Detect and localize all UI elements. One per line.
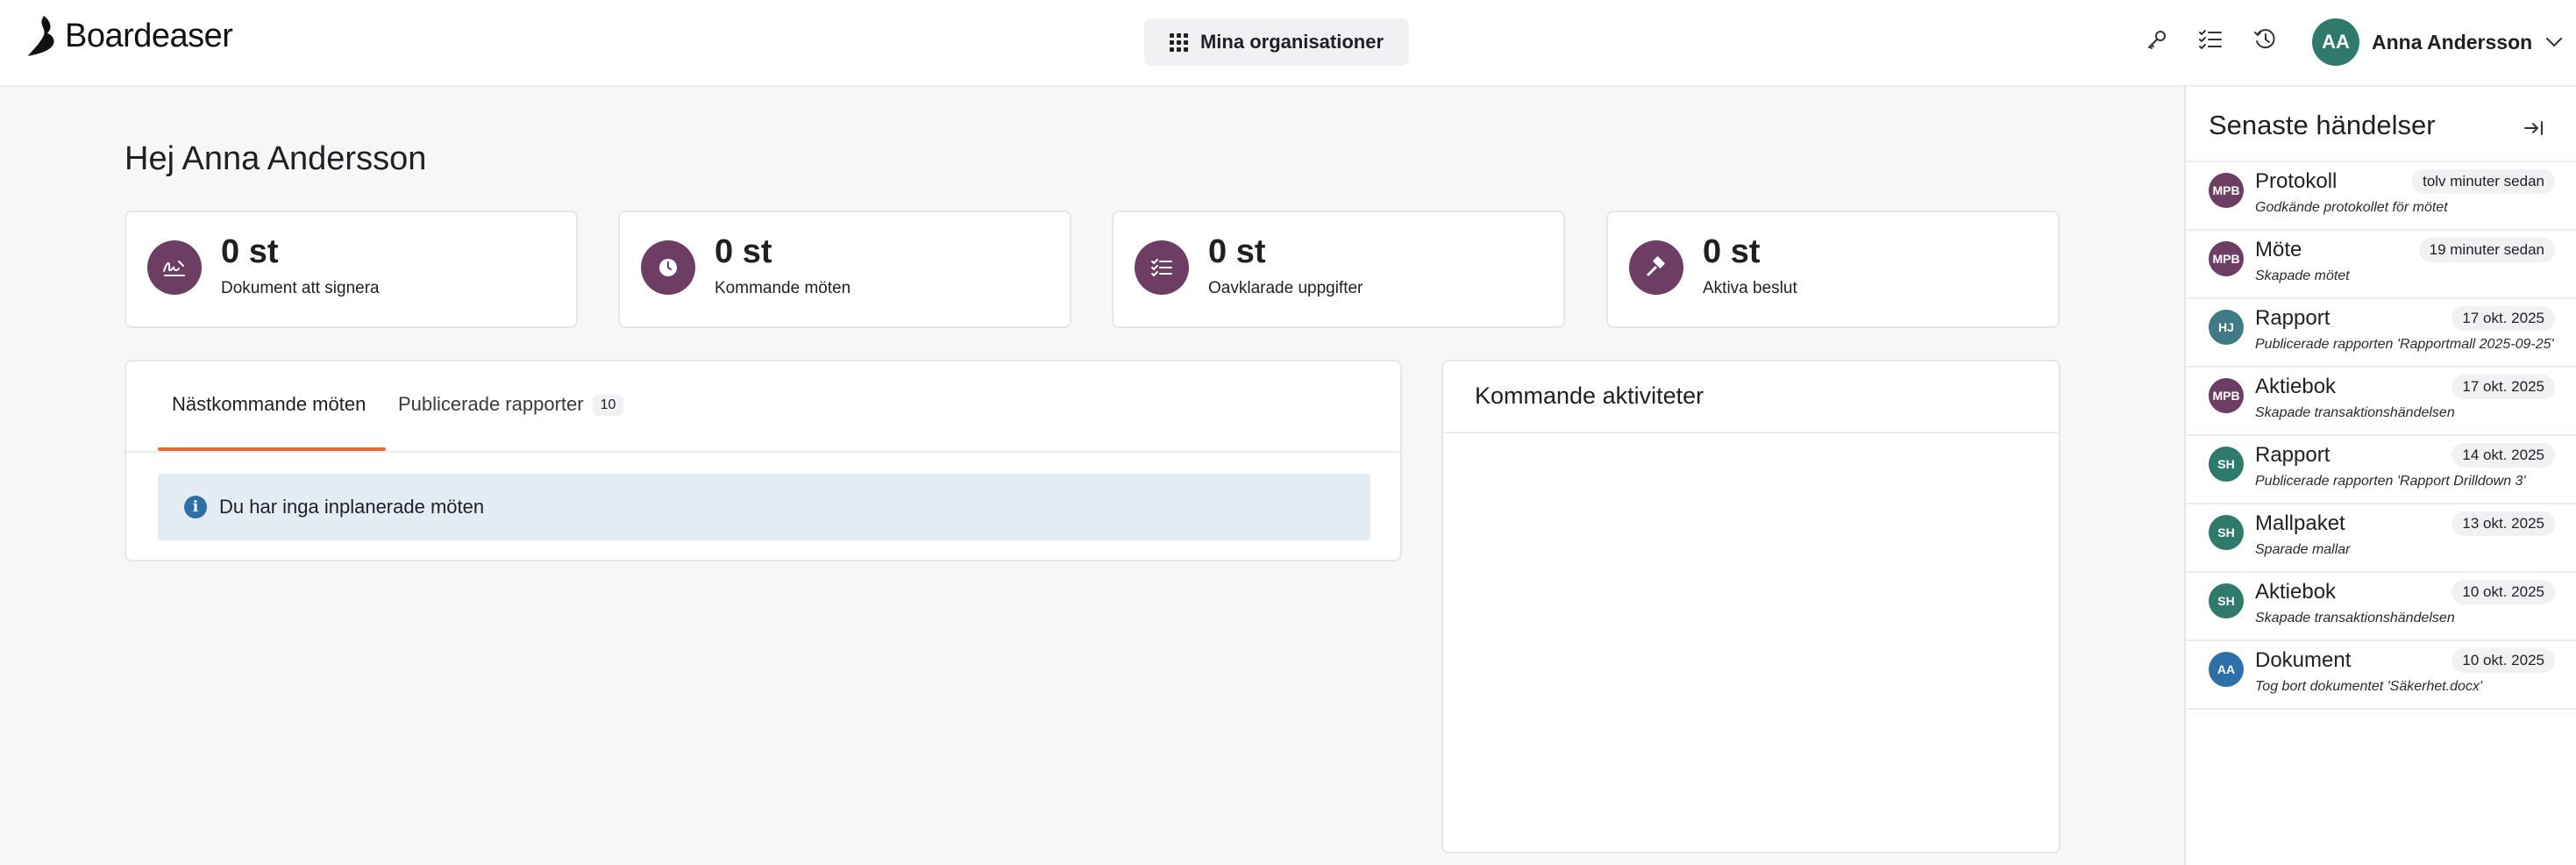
event-header: Mallpaket 13 okt. 2025	[2255, 511, 2555, 536]
event-header: Aktiebok 17 okt. 2025	[2255, 375, 2555, 399]
stat-value: 0 st	[715, 233, 772, 270]
my-organisations-label: Mina organisationer	[1199, 31, 1384, 53]
event-description: Skapade transaktionshändelsen	[2255, 405, 2455, 420]
stat-card-meetings[interactable]: 0 st Kommande möten	[618, 211, 1071, 328]
recent-events-panel: Senaste händelser MPB Protokoll tolv minut…	[2184, 87, 2576, 865]
event-header: Rapport 14 okt. 2025	[2255, 443, 2555, 468]
avatar: MPB	[2209, 241, 2244, 276]
stat-value: 0 st	[1208, 233, 1266, 270]
user-name: Anna Andersson	[2372, 30, 2533, 54]
event-time-badge: 10 okt. 2025	[2451, 648, 2555, 673]
card-title: Kommande aktiviteter	[1475, 382, 1704, 409]
event-item[interactable]: AA Dokument 10 okt. 2025 Tog bort dokumente…	[2186, 641, 2576, 710]
checklist-icon	[1135, 240, 1189, 295]
event-title: Protokoll	[2255, 169, 2338, 193]
user-menu[interactable]: AA Anna Andersson	[2312, 18, 2564, 67]
events-list: MPB Protokoll tolv minuter sedan Godkände p…	[2186, 162, 2576, 710]
meetings-reports-card: Nästkommande möten Publicerade rapporter…	[125, 360, 1402, 561]
stat-value: 0 st	[221, 233, 279, 270]
event-title: Dokument	[2255, 648, 2352, 672]
event-time-badge: 10 okt. 2025	[2451, 580, 2555, 604]
event-item[interactable]: MPB Möte 19 minuter sedan Skapade mötet	[2186, 231, 2576, 299]
event-title: Rapport	[2255, 306, 2330, 330]
page-title: Hej Anna Andersson	[125, 140, 427, 177]
event-item[interactable]: SH Aktiebok 10 okt. 2025 Skapade transaktio…	[2186, 573, 2576, 641]
event-description: Publicerade rapporten 'Rapportmall 2025-…	[2255, 337, 2554, 352]
avatar: AA	[2209, 652, 2244, 687]
top-header: Boardeaser Mina organisationer AA Anna A…	[0, 0, 2576, 87]
info-message: i Du har inga inplanerade möten	[158, 474, 1370, 540]
stat-value: 0 st	[1703, 233, 1761, 270]
stat-card-tasks[interactable]: 0 st Oavklarade uppgifter	[1112, 211, 1565, 328]
event-item[interactable]: SH Rapport 14 okt. 2025 Publicerade rapport…	[2186, 436, 2576, 504]
avatar: MPB	[2209, 173, 2244, 208]
logo[interactable]: Boardeaser	[26, 14, 233, 58]
event-item[interactable]: HJ Rapport 17 okt. 2025 Publicerade rapport…	[2186, 299, 2576, 368]
event-title: Aktiebok	[2255, 375, 2337, 398]
avatar: AA	[2312, 18, 2359, 66]
grid-icon	[1169, 32, 1188, 52]
stat-card-documents[interactable]: 0 st Dokument att signera	[125, 211, 578, 328]
event-title: Mallpaket	[2255, 511, 2345, 535]
count-badge: 10	[592, 395, 624, 417]
event-header: Protokoll tolv minuter sedan	[2255, 169, 2555, 194]
upcoming-activities-card: Kommande aktiviteter	[1441, 360, 2060, 854]
avatar: SH	[2209, 583, 2244, 618]
event-item[interactable]: SH Mallpaket 13 okt. 2025 Sparade mallar	[2186, 504, 2576, 573]
info-icon: i	[184, 496, 207, 518]
checklist-icon[interactable]	[2195, 25, 2225, 54]
divider	[1443, 432, 2059, 433]
avatar: SH	[2209, 515, 2244, 550]
event-time-badge: 17 okt. 2025	[2451, 375, 2555, 399]
event-time-badge: 19 minuter sedan	[2418, 238, 2555, 262]
panel-title: Senaste händelser	[2209, 110, 2436, 140]
event-description: Skapade transaktionshändelsen	[2255, 611, 2455, 626]
event-item[interactable]: MPB Aktiebok 17 okt. 2025 Skapade transakti…	[2186, 368, 2576, 436]
history-icon[interactable]	[2251, 25, 2281, 54]
clock-icon	[641, 240, 695, 295]
stat-card-decisions[interactable]: 0 st Aktiva beslut	[1606, 211, 2060, 328]
chevron-down-icon	[2546, 38, 2563, 47]
event-item[interactable]: MPB Protokoll tolv minuter sedan Godkände p…	[2186, 162, 2576, 231]
active-tab-indicator	[158, 447, 386, 451]
tab-published-reports[interactable]: Publicerade rapporter 10	[398, 393, 624, 453]
event-description: Publicerade rapporten 'Rapport Drilldown…	[2255, 474, 2526, 489]
event-description: Tog bort dokumentet 'Säkerhet.docx'	[2255, 679, 2483, 694]
gavel-icon	[1629, 240, 1683, 295]
tab-bar: Nästkommande möten Publicerade rapporter…	[126, 361, 1400, 453]
event-header: Dokument 10 okt. 2025	[2255, 648, 2555, 673]
event-description: Godkände protokollet för mötet	[2255, 200, 2448, 215]
event-header: Rapport 17 okt. 2025	[2255, 306, 2555, 331]
event-time-badge: 13 okt. 2025	[2451, 511, 2555, 536]
avatar: SH	[2209, 447, 2244, 482]
event-title: Aktiebok	[2255, 580, 2337, 604]
stat-label: Kommande möten	[715, 279, 851, 297]
event-header: Möte 19 minuter sedan	[2255, 238, 2555, 262]
tab-label: Nästkommande möten	[172, 393, 366, 415]
event-title: Möte	[2255, 238, 2302, 261]
avatar: HJ	[2209, 310, 2244, 345]
stat-label: Oavklarade uppgifter	[1208, 279, 1363, 297]
key-icon[interactable]	[2142, 25, 2172, 54]
my-organisations-button[interactable]: Mina organisationer	[1144, 18, 1409, 66]
event-time-badge: 14 okt. 2025	[2451, 443, 2555, 468]
collapse-panel-icon[interactable]	[2519, 113, 2549, 143]
logo-mark-icon	[28, 16, 54, 56]
stat-label: Dokument att signera	[221, 279, 380, 297]
avatar: MPB	[2209, 378, 2244, 413]
event-time-badge: tolv minuter sedan	[2412, 169, 2555, 194]
event-description: Sparade mallar	[2255, 542, 2351, 557]
tab-label: Publicerade rapporter	[398, 393, 584, 415]
stat-label: Aktiva beslut	[1703, 279, 1797, 297]
event-description: Skapade mötet	[2255, 268, 2350, 283]
tab-upcoming-meetings[interactable]: Nästkommande möten	[172, 393, 366, 453]
event-title: Rapport	[2255, 443, 2330, 467]
event-time-badge: 17 okt. 2025	[2451, 306, 2555, 331]
info-text: Du har inga inplanerade möten	[219, 496, 485, 518]
event-header: Aktiebok 10 okt. 2025	[2255, 580, 2555, 604]
logo-text: Boardeaser	[65, 17, 233, 54]
signature-icon	[147, 240, 202, 295]
